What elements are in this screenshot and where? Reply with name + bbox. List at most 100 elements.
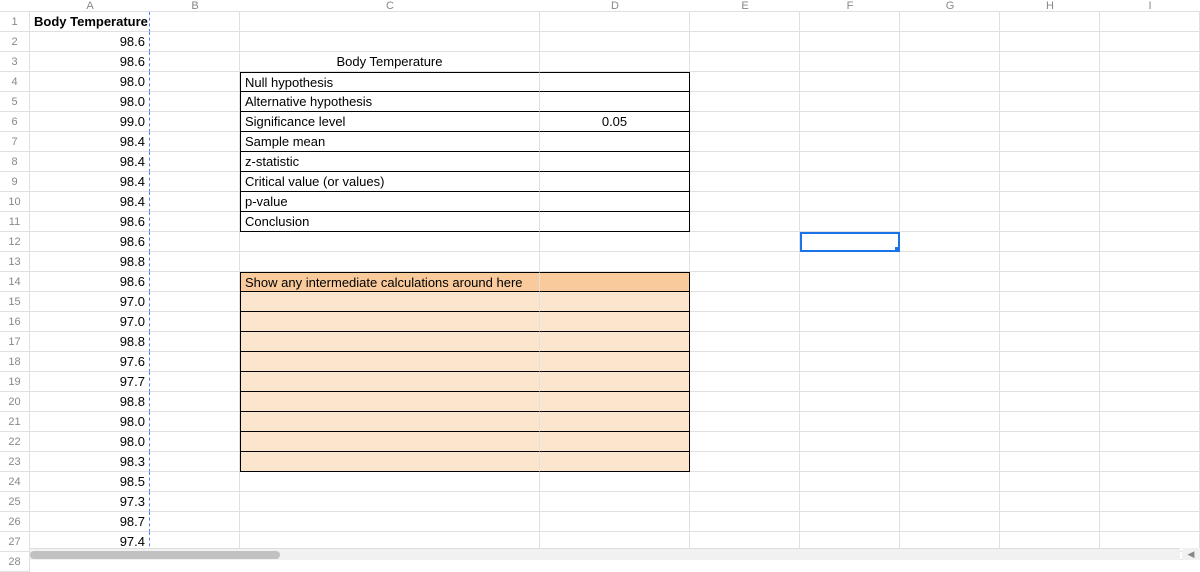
cell-C5[interactable]: Alternative hypothesis [240,92,540,112]
row-header-15[interactable]: 15 [0,292,30,312]
cell-G2[interactable] [900,32,1000,52]
cell-D10[interactable] [540,192,690,212]
cell-E24[interactable] [690,472,800,492]
cell-I8[interactable] [1100,152,1200,172]
cell-I25[interactable] [1100,492,1200,512]
cell-B23[interactable] [150,452,240,472]
cell-D1[interactable] [540,12,690,32]
row-header-6[interactable]: 6 [0,112,30,132]
cell-I20[interactable] [1100,392,1200,412]
column-header-E[interactable]: E [690,0,800,12]
cell-H23[interactable] [1000,452,1100,472]
cell-G13[interactable] [900,252,1000,272]
cell-A8[interactable]: 98.4 [30,152,150,172]
cell-I24[interactable] [1100,472,1200,492]
cell-E13[interactable] [690,252,800,272]
cell-E26[interactable] [690,512,800,532]
cell-B19[interactable] [150,372,240,392]
cell-D25[interactable] [540,492,690,512]
cell-B7[interactable] [150,132,240,152]
cell-E6[interactable] [690,112,800,132]
cell-E21[interactable] [690,412,800,432]
row-header-16[interactable]: 16 [0,312,30,332]
cell-C24[interactable] [240,472,540,492]
cell-F5[interactable] [800,92,900,112]
cell-C21[interactable] [240,412,540,432]
cell-A4[interactable]: 98.0 [30,72,150,92]
cell-F21[interactable] [800,412,900,432]
cell-F1[interactable] [800,12,900,32]
cell-C22[interactable] [240,432,540,452]
cell-I4[interactable] [1100,72,1200,92]
cell-B6[interactable] [150,112,240,132]
cell-C10[interactable]: p-value [240,192,540,212]
cell-A26[interactable]: 98.7 [30,512,150,532]
row-header-12[interactable]: 12 [0,232,30,252]
row-header-2[interactable]: 2 [0,32,30,52]
cell-D6[interactable]: 0.05 [540,112,690,132]
cell-A6[interactable]: 99.0 [30,112,150,132]
cell-D24[interactable] [540,472,690,492]
cell-F16[interactable] [800,312,900,332]
cell-D20[interactable] [540,392,690,412]
cell-B24[interactable] [150,472,240,492]
cell-D17[interactable] [540,332,690,352]
cell-H7[interactable] [1000,132,1100,152]
column-header-A[interactable]: A [30,0,150,12]
cell-A3[interactable]: 98.6 [30,52,150,72]
column-header-H[interactable]: H [1000,0,1100,12]
cell-F10[interactable] [800,192,900,212]
cell-I13[interactable] [1100,252,1200,272]
cell-E5[interactable] [690,92,800,112]
cell-G11[interactable] [900,212,1000,232]
cell-F14[interactable] [800,272,900,292]
cell-D19[interactable] [540,372,690,392]
cell-G25[interactable] [900,492,1000,512]
cell-I22[interactable] [1100,432,1200,452]
cell-C23[interactable] [240,452,540,472]
cell-E10[interactable] [690,192,800,212]
cell-F18[interactable] [800,352,900,372]
cell-H17[interactable] [1000,332,1100,352]
row-header-23[interactable]: 23 [0,452,30,472]
cell-B5[interactable] [150,92,240,112]
cell-F24[interactable] [800,472,900,492]
cell-I16[interactable] [1100,312,1200,332]
cell-E16[interactable] [690,312,800,332]
cell-I10[interactable] [1100,192,1200,212]
cell-D16[interactable] [540,312,690,332]
cell-G15[interactable] [900,292,1000,312]
horizontal-scrollbar-thumb[interactable] [30,551,280,559]
column-header-D[interactable]: D [540,0,690,12]
cell-E3[interactable] [690,52,800,72]
cell-I17[interactable] [1100,332,1200,352]
cell-G19[interactable] [900,372,1000,392]
row-header-18[interactable]: 18 [0,352,30,372]
cell-F6[interactable] [800,112,900,132]
cell-I7[interactable] [1100,132,1200,152]
row-header-25[interactable]: 25 [0,492,30,512]
cell-A5[interactable]: 98.0 [30,92,150,112]
cell-D18[interactable] [540,352,690,372]
cell-D15[interactable] [540,292,690,312]
cell-G14[interactable] [900,272,1000,292]
cell-E12[interactable] [690,232,800,252]
cell-F8[interactable] [800,152,900,172]
cell-H9[interactable] [1000,172,1100,192]
cell-F22[interactable] [800,432,900,452]
cell-H26[interactable] [1000,512,1100,532]
cell-E11[interactable] [690,212,800,232]
cell-E22[interactable] [690,432,800,452]
cell-D2[interactable] [540,32,690,52]
cell-B4[interactable] [150,72,240,92]
cell-G4[interactable] [900,72,1000,92]
cell-D21[interactable] [540,412,690,432]
cell-C18[interactable] [240,352,540,372]
cell-E9[interactable] [690,172,800,192]
cell-D8[interactable] [540,152,690,172]
cell-I6[interactable] [1100,112,1200,132]
cell-G8[interactable] [900,152,1000,172]
cell-H8[interactable] [1000,152,1100,172]
cell-C25[interactable] [240,492,540,512]
cell-A16[interactable]: 97.0 [30,312,150,332]
